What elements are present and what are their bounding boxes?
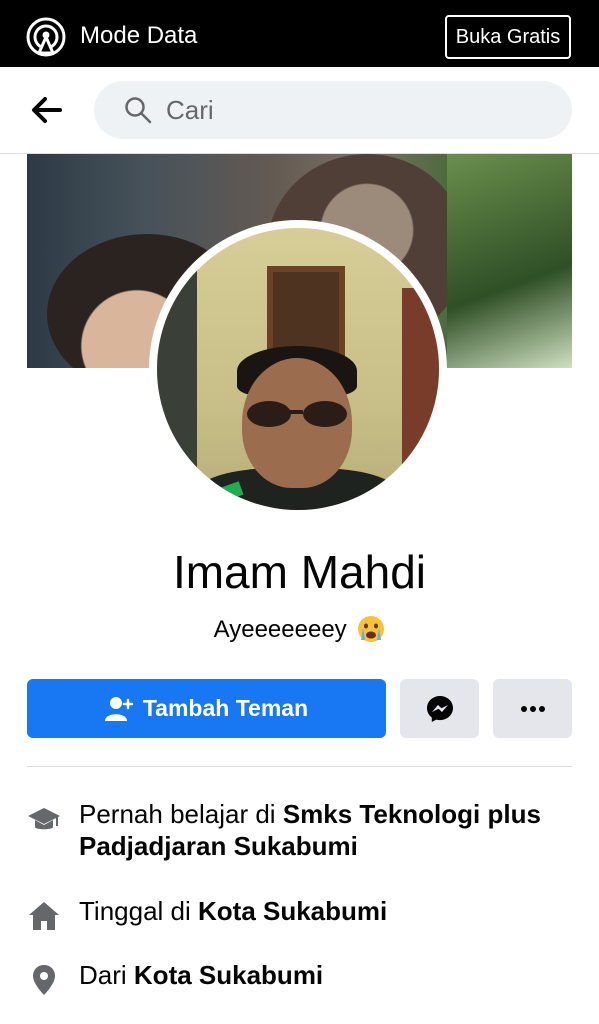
location-pin-icon	[33, 965, 55, 995]
more-options-button[interactable]	[493, 679, 572, 738]
info-lives-in-text: Tinggal di Kota Sukabumi	[79, 895, 387, 927]
info-from: Dari Kota Sukabumi	[27, 959, 572, 997]
crying-face-emoji-icon	[358, 616, 385, 642]
search-icon	[125, 97, 152, 124]
more-dots-icon	[520, 705, 545, 712]
search-input[interactable]: Cari	[94, 81, 572, 139]
profile-name: Imam Mahdi	[172, 546, 427, 598]
signal-tower-icon	[26, 17, 66, 57]
add-friend-label: Tambah Teman	[142, 695, 309, 721]
data-mode-bar: Mode Data Buka Gratis	[0, 0, 599, 67]
messenger-button[interactable]	[400, 679, 479, 738]
add-friend-button[interactable]: Tambah Teman	[27, 679, 386, 738]
graduation-cap-icon	[28, 808, 60, 830]
info-from-text: Dari Kota Sukabumi	[79, 959, 323, 991]
data-mode-label: Mode Data	[80, 22, 198, 49]
profile-bio: Ayeeeeeeey	[0, 615, 599, 644]
back-arrow-icon[interactable]	[30, 95, 62, 125]
info-education-text: Pernah belajar di Smks Teknologi plus Pa…	[79, 798, 572, 862]
info-lives-in-prefix: Tinggal di	[79, 896, 198, 926]
messenger-icon	[426, 695, 453, 722]
info-education-prefix: Pernah belajar di	[79, 799, 283, 829]
section-divider	[27, 766, 572, 767]
avatar	[157, 228, 439, 510]
current-city-link[interactable]: Kota Sukabumi	[198, 896, 387, 926]
open-free-button[interactable]: Buka Gratis	[445, 15, 571, 59]
info-education: Pernah belajar di Smks Teknologi plus Pa…	[27, 798, 572, 862]
search-placeholder: Cari	[166, 95, 214, 125]
add-friend-icon	[104, 696, 133, 721]
info-lives-in: Tinggal di Kota Sukabumi	[27, 895, 572, 933]
search-header: Cari	[0, 67, 599, 154]
info-from-prefix: Dari	[79, 960, 134, 990]
profile-picture[interactable]	[149, 220, 447, 518]
bio-text: Ayeeeeeeey	[213, 616, 347, 643]
hometown-link[interactable]: Kota Sukabumi	[134, 960, 323, 990]
home-icon	[29, 902, 59, 930]
